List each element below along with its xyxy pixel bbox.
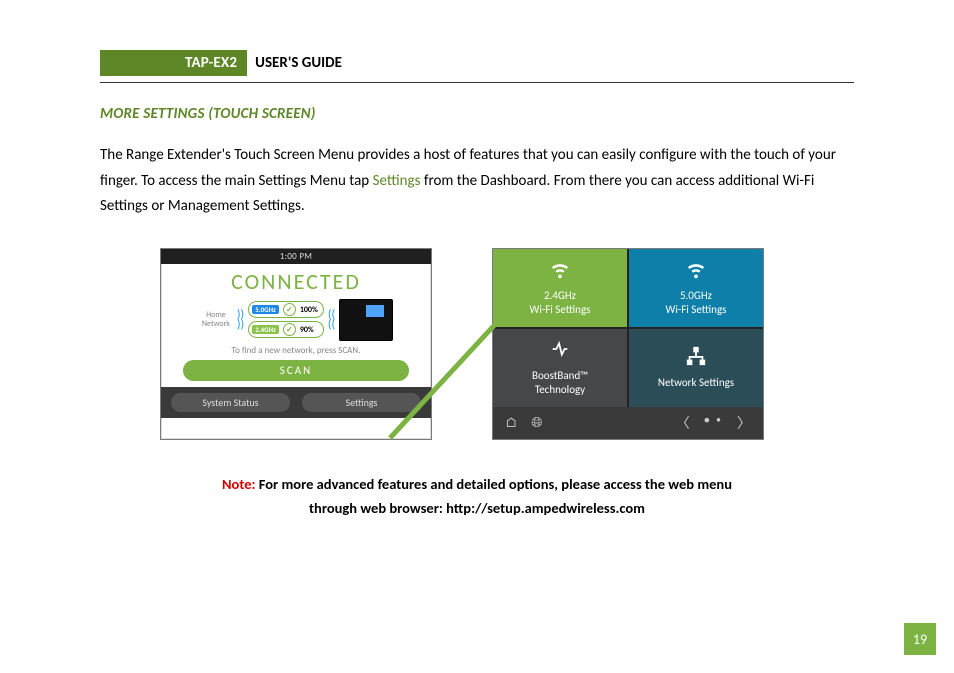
scan-hint: To find a new network, press SCAN. <box>161 345 431 356</box>
network-icon <box>682 345 710 374</box>
note-line1: For more advanced features and detailed … <box>256 475 733 493</box>
tile-boost-line2: Technology <box>535 383 585 397</box>
page-number: 19 <box>904 623 936 655</box>
tile-5ghz-wifi[interactable]: 5.0GHz Wi-Fi Settings <box>629 249 763 327</box>
band-pill-24ghz: 2.4GHz ✓ 90% <box>248 321 324 338</box>
settings-screenshot: 2.4GHz Wi-Fi Settings 5.0GHz Wi-Fi Setti… <box>492 248 764 440</box>
tile-24ghz-line2: Wi-Fi Settings <box>530 303 591 317</box>
tab-system-status[interactable]: System Status <box>171 393 290 412</box>
band-24ghz-label: 2.4GHz <box>252 325 279 334</box>
connection-status: CONNECTED <box>161 264 431 297</box>
band-5ghz-pct: 100% <box>300 305 318 315</box>
tile-boost-line1: BoostBand™ <box>532 369 588 383</box>
chevron-left-icon[interactable]: 〈 <box>676 413 690 433</box>
home-icon[interactable]: ⌂ <box>505 414 517 431</box>
note-line2: through web browser: http://setup.ampedw… <box>309 499 645 517</box>
boost-icon <box>546 338 574 367</box>
router-image-icon <box>339 299 393 341</box>
wifi-icon <box>546 258 574 287</box>
note-block: Note: For more advanced features and det… <box>100 472 854 521</box>
signal-arcs-left-icon: )))) <box>237 311 244 329</box>
check-icon: ✓ <box>283 303 296 316</box>
doc-title: USER'S GUIDE <box>247 50 350 76</box>
note-label: Note: <box>222 475 256 493</box>
tile-network-line1: Network Settings <box>658 376 734 390</box>
pager-dots: ● • <box>704 413 723 433</box>
band-24ghz-pct: 90% <box>300 325 314 335</box>
tile-24ghz-wifi[interactable]: 2.4GHz Wi-Fi Settings <box>493 249 627 327</box>
tile-5ghz-line2: Wi-Fi Settings <box>666 303 727 317</box>
scan-button[interactable]: SCAN <box>183 360 409 381</box>
wifi-icon <box>682 258 710 287</box>
band-pill-5ghz: 5.0GHz ✓ 100% <box>248 301 324 318</box>
intro-paragraph: The Range Extender's Touch Screen Menu p… <box>100 143 854 220</box>
tile-5ghz-line1: 5.0GHz <box>680 289 712 303</box>
band-5ghz-label: 5.0GHz <box>252 305 279 314</box>
clock-bar: 1:00 PM <box>161 249 431 264</box>
settings-keyword: Settings <box>373 172 421 190</box>
product-badge: TAP-EX2 <box>100 50 247 76</box>
tile-boostband[interactable]: BoostBand™ Technology <box>493 329 627 407</box>
check-icon: ✓ <box>283 323 296 336</box>
section-heading: MORE SETTINGS (TOUCH SCREEN) <box>100 105 854 123</box>
header-bar: TAP-EX2 USER'S GUIDE <box>100 50 854 76</box>
tile-24ghz-line1: 2.4GHz <box>544 289 576 303</box>
tab-settings[interactable]: Settings <box>302 393 421 412</box>
tile-network-settings[interactable]: Network Settings <box>629 329 763 407</box>
chevron-right-icon[interactable]: 〉 <box>737 413 751 433</box>
globe-icon[interactable]: 🌐︎ <box>531 414 542 431</box>
home-network-label: Home Network <box>199 311 233 329</box>
header-divider <box>100 82 854 83</box>
signal-arcs-right-icon: (((( <box>328 311 335 329</box>
dashboard-screenshot: 1:00 PM CONNECTED Home Network )))) 5.0G… <box>160 248 432 440</box>
